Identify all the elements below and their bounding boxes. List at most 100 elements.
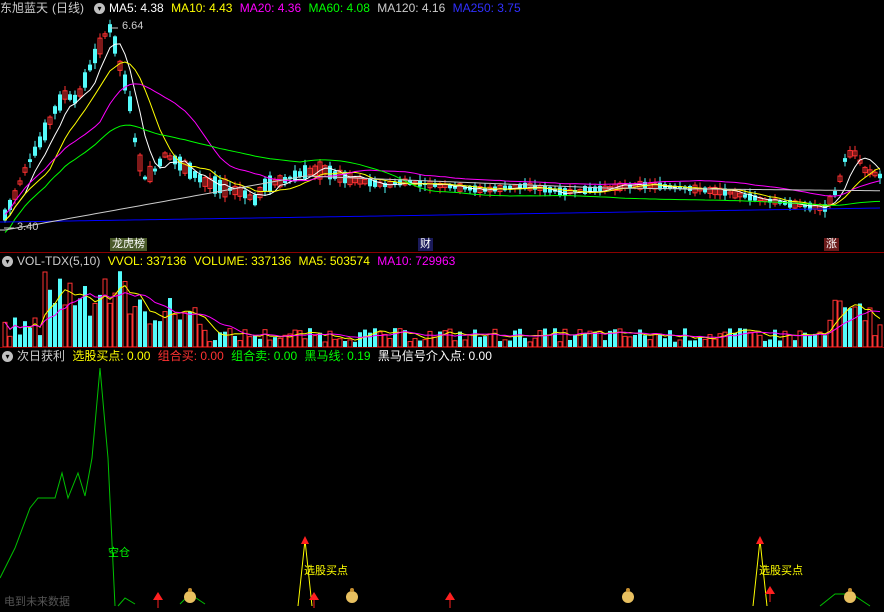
- event-marker-finance[interactable]: 财: [418, 238, 433, 251]
- volume-bar: [668, 330, 672, 347]
- volume-bar: [458, 331, 462, 347]
- volume-bar: [808, 335, 812, 347]
- volume-bar: [387, 337, 393, 347]
- candle: [383, 180, 387, 193]
- candle: [652, 178, 658, 193]
- volume-bar: [722, 331, 728, 347]
- candle: [97, 33, 103, 59]
- candle: [257, 186, 263, 201]
- volume-bar: [197, 323, 203, 347]
- candle: [717, 182, 723, 200]
- buy-point-annotation: 选股买点: [304, 565, 348, 577]
- volume-panel[interactable]: ▾ VOL-TDX(5,10) VVOL: 337136 VOLUME: 3371…: [0, 253, 884, 347]
- buy-arrow-icon: [756, 536, 764, 544]
- volume-bar: [397, 328, 403, 347]
- candle: [593, 185, 597, 195]
- volume-bar: [247, 336, 253, 347]
- volume-bar: [473, 329, 477, 347]
- volume-bar: [147, 323, 153, 347]
- volume-bar: [823, 335, 827, 347]
- candle: [202, 176, 208, 192]
- volume-bar: [743, 328, 747, 347]
- volume-bar: [58, 278, 62, 347]
- volume-bar: [613, 329, 617, 347]
- volume-bar: [262, 329, 268, 347]
- volume-bar: [28, 327, 32, 347]
- volume-bar: [728, 328, 732, 347]
- empty-position-label: 空仓: [108, 547, 130, 559]
- event-marker-limit-up[interactable]: 涨: [824, 238, 839, 251]
- volume-bar: [373, 328, 377, 347]
- volume-bar: [188, 311, 192, 347]
- candle: [307, 165, 313, 177]
- volume-bar: [858, 303, 862, 347]
- volume-bar: [42, 271, 48, 347]
- volume-bar: [88, 315, 92, 347]
- volume-bar: [297, 330, 303, 347]
- candle: [453, 181, 457, 193]
- candle: [123, 70, 127, 94]
- volume-bar: [273, 337, 277, 347]
- money-bag-icon: [184, 591, 196, 603]
- candle: [727, 190, 733, 199]
- volume-bar: [553, 328, 557, 347]
- volume-bar: [308, 328, 312, 347]
- volume-bar: [537, 330, 543, 347]
- volume-bar: [677, 339, 683, 347]
- candle: [263, 176, 267, 196]
- low-price-label: 3.40: [17, 221, 39, 233]
- candle: [862, 165, 868, 178]
- volume-bar: [573, 334, 577, 347]
- candle: [583, 184, 587, 196]
- volume-bar: [733, 332, 737, 347]
- buy-arrow-icon: [301, 536, 309, 544]
- volume-bar: [172, 313, 178, 347]
- candlestick-chart[interactable]: [0, 0, 884, 252]
- candle: [843, 153, 847, 167]
- volume-bar: [112, 292, 118, 347]
- volume-bar: [227, 328, 233, 347]
- money-bag-icon: [622, 591, 634, 603]
- candle: [3, 207, 7, 223]
- volume-bar: [7, 335, 13, 347]
- indicator-chart[interactable]: [0, 348, 884, 612]
- candle: [38, 132, 42, 150]
- volume-bar: [717, 333, 723, 347]
- candle: [543, 181, 547, 197]
- indicator-panel[interactable]: ▾ 次日获利 选股买点: 0.00 组合买: 0.00 组合卖: 0.00 黑马线…: [0, 348, 884, 612]
- candle: [88, 59, 92, 73]
- candle: [178, 153, 182, 177]
- volume-bar: [233, 335, 237, 347]
- volume-bar: [158, 321, 162, 347]
- volume-bar: [347, 339, 353, 347]
- money-bag-icon: [188, 588, 192, 592]
- candle: [837, 173, 843, 184]
- volume-bar: [53, 303, 57, 347]
- candle: [17, 177, 23, 187]
- volume-bar: [118, 271, 122, 347]
- volume-bar: [518, 328, 522, 347]
- volume-bar: [603, 340, 607, 347]
- candle: [102, 31, 108, 39]
- candle: [207, 172, 213, 193]
- volume-bar: [363, 329, 367, 347]
- volume-bar: [332, 338, 338, 347]
- price-panel[interactable]: 东旭蓝天 (日线) ▾ MA5: 4.38 MA10: 4.43 MA20: 4.36…: [0, 0, 884, 252]
- volume-bar: [292, 329, 298, 347]
- candle: [113, 35, 117, 57]
- candle: [852, 145, 858, 159]
- event-marker-dragon-tiger[interactable]: 龙虎榜: [110, 238, 147, 251]
- volume-bar: [487, 333, 493, 347]
- candle: [703, 186, 707, 195]
- candle: [598, 181, 602, 196]
- candle: [68, 91, 72, 102]
- volume-bar: [872, 335, 878, 347]
- volume-chart[interactable]: [0, 253, 884, 347]
- volume-bar: [143, 311, 147, 347]
- volume-bar: [432, 336, 438, 347]
- volume-bar: [562, 328, 568, 347]
- volume-bar: [483, 336, 487, 347]
- volume-bar: [502, 339, 508, 347]
- volume-bar: [787, 334, 793, 347]
- volume-bar: [698, 337, 702, 347]
